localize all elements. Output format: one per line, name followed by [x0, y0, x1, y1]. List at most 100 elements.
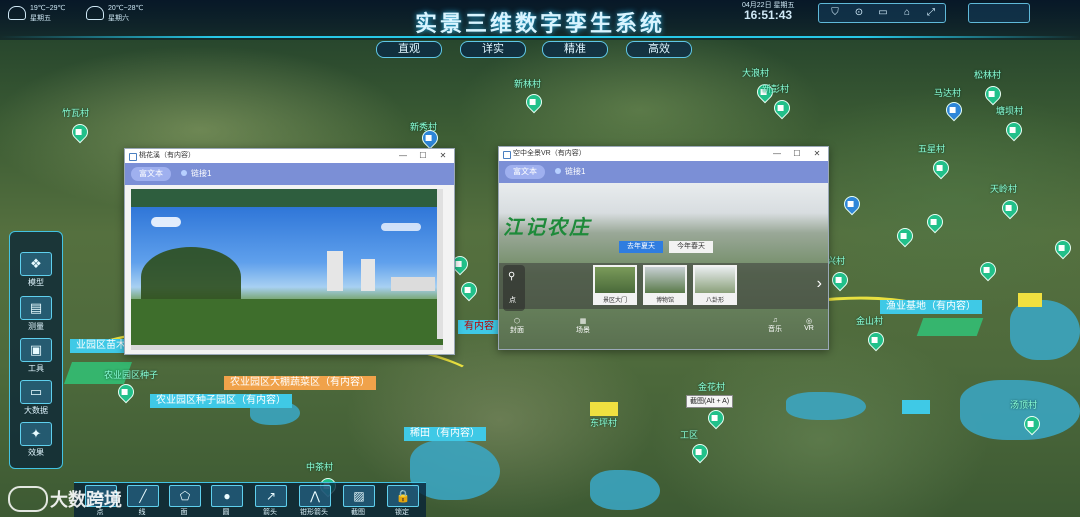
- horizontal-scrollbar[interactable]: [131, 345, 443, 350]
- search-icon[interactable]: ⊙: [853, 7, 865, 19]
- place-label: 金山村: [856, 316, 884, 326]
- scene-strip: 景区大门 博物馆 八卦形 ›: [499, 263, 828, 309]
- tab-link1[interactable]: 链接1: [173, 167, 219, 181]
- tool-effect[interactable]: ✦ 效果: [16, 420, 56, 462]
- scene-thumb[interactable]: 八卦形: [693, 265, 737, 305]
- place-label: 中茶村: [306, 462, 334, 472]
- sparkle-icon: ✦: [20, 422, 52, 446]
- nav-tab[interactable]: 直观: [376, 41, 442, 58]
- draw-circle-button[interactable]: ● 圆: [208, 485, 244, 517]
- weather-day: 星期六: [108, 15, 129, 22]
- season-tab[interactable]: 今年春天: [669, 241, 713, 253]
- header-toolbar: ⛉ ⊙ ▭ ⌂ ⤢: [818, 3, 946, 23]
- content-tag[interactable]: 有内容: [458, 320, 500, 334]
- music-icon[interactable]: ♫ 音乐: [763, 317, 787, 345]
- place-label: 汤顶村: [1010, 400, 1038, 410]
- place-label: 新林村: [514, 79, 542, 89]
- close-button[interactable]: ✕: [434, 149, 452, 163]
- place-label: 松林村: [974, 70, 1002, 80]
- minimize-button[interactable]: —: [394, 149, 412, 163]
- nav-tab[interactable]: 高效: [626, 41, 692, 58]
- toolbox-icon: ▣: [20, 338, 52, 362]
- place-label: 工区: [680, 430, 699, 440]
- maximize-button[interactable]: ☐: [788, 147, 806, 161]
- app-icon: [503, 151, 511, 159]
- tool-tools[interactable]: ▣ 工具: [16, 336, 56, 378]
- window-title: 桃花溪（有内容）: [139, 152, 195, 159]
- window-titlebar[interactable]: 空中全景VR（有内容） — ☐ ✕: [499, 147, 828, 161]
- maximize-button[interactable]: ☐: [414, 149, 432, 163]
- sun-cloud-icon: [8, 6, 26, 20]
- page-title: 实景三维数字孪生系统: [414, 11, 665, 36]
- cover-icon[interactable]: ⬡ 封面: [505, 317, 529, 345]
- season-tab[interactable]: 去年夏天: [619, 241, 663, 253]
- tab-rich-text[interactable]: 富文本: [505, 165, 545, 179]
- place-label: 天岭村: [990, 184, 1018, 194]
- nav-tab[interactable]: 精准: [542, 41, 608, 58]
- draw-arrow-button[interactable]: ↗ 箭头: [252, 485, 288, 517]
- landscape-photo: [131, 207, 443, 345]
- watermark-text: 大数跨境: [50, 490, 122, 510]
- vr-icon[interactable]: ◎ VR: [797, 317, 821, 345]
- close-button[interactable]: ✕: [808, 147, 826, 161]
- tool-measure[interactable]: ▤ 测量: [16, 294, 56, 336]
- tooltip: 截图(Alt + A): [686, 395, 734, 408]
- window-tabs: 富文本 链接1: [499, 161, 828, 183]
- window-tabs: 富文本 链接1: [125, 163, 454, 185]
- digital-twin-app: 新林村 大浪村 新彭村 松林村 竹瓦村 马达村 塘坝村 五星村 天岭村 新兴村 …: [0, 0, 1080, 517]
- tag-marker[interactable]: [1018, 293, 1042, 307]
- vr-sidebar: ⚲ 点: [503, 265, 525, 311]
- vr-side-label: 点: [509, 297, 516, 304]
- nav-tab[interactable]: 详实: [460, 41, 526, 58]
- vr-banner-text: 江记农庄: [503, 215, 591, 239]
- tool-model[interactable]: ❖ 模型: [16, 250, 56, 292]
- minimize-button[interactable]: —: [768, 147, 786, 161]
- monitor-icon: ▭: [20, 380, 52, 404]
- draw-pincer-arrow-button[interactable]: ⋀ 钳形箭头: [296, 485, 332, 517]
- image-icon: ▨: [343, 485, 375, 507]
- draw-line-button[interactable]: ╱ 线: [124, 485, 160, 517]
- content-tag[interactable]: 农业园区种子园区（有内容）: [150, 394, 292, 408]
- menu-button[interactable]: [968, 3, 1030, 23]
- watermark-logo-icon: [8, 486, 48, 512]
- popup-window-photo: 桃花溪（有内容） — ☐ ✕ 富文本 链接1: [124, 148, 455, 355]
- place-label: 农业园区种子: [104, 370, 159, 380]
- app-icon: [129, 153, 137, 161]
- weather-temp: 19℃~29℃: [30, 5, 66, 12]
- draw-polygon-button[interactable]: ⬠ 面: [166, 485, 202, 517]
- arrow-icon: ↗: [255, 485, 287, 507]
- tab-rich-text[interactable]: 富文本: [131, 167, 171, 181]
- cubes-icon: ❖: [20, 252, 52, 276]
- content-tag[interactable]: 农业园区大棚蔬菜区（有内容）: [224, 376, 376, 390]
- pin-icon[interactable]: ⚲: [508, 271, 515, 282]
- vr-panorama[interactable]: 江记农庄 去年夏天 今年春天 景区大门 博物馆 八卦形 › ⚲ 点 ⬡ 封面 ▦…: [499, 183, 828, 349]
- polygon-icon: ⬠: [169, 485, 201, 507]
- bottom-draw-toolbar: • 点 ╱ 线 ⬠ 面 ● 圆 ↗ 箭头 ⋀ 钳形箭头 ▨ 截图 🔒 锁定: [74, 482, 426, 517]
- expand-icon[interactable]: ⤢: [925, 7, 937, 19]
- folder-icon[interactable]: ▭: [877, 7, 889, 19]
- grid-icon[interactable]: ▦ 场景: [571, 317, 595, 345]
- scene-thumb[interactable]: 博物馆: [643, 265, 687, 305]
- vr-bottom-toolbar: ⬡ 封面 ▦ 场景 ♫ 音乐 ◎ VR: [499, 313, 828, 347]
- ruler-icon: ▤: [20, 296, 52, 320]
- vertical-scrollbar[interactable]: [437, 189, 443, 339]
- shield-icon[interactable]: ⛉: [829, 7, 841, 19]
- window-titlebar[interactable]: 桃花溪（有内容） — ☐ ✕: [125, 149, 454, 163]
- home-icon[interactable]: ⌂: [901, 7, 913, 19]
- clock-text: 16:51:43: [744, 8, 793, 22]
- pincer-arrow-icon: ⋀: [299, 485, 331, 507]
- next-arrow-icon[interactable]: ›: [817, 275, 822, 293]
- content-tag[interactable]: 业园区苗木: [70, 339, 132, 353]
- content-tag[interactable]: 稀田（有内容）: [404, 427, 486, 441]
- tag-marker[interactable]: [902, 400, 930, 414]
- line-icon: ╱: [127, 485, 159, 507]
- tag-marker[interactable]: [590, 402, 618, 416]
- content-tag[interactable]: 渔业基地（有内容）: [880, 300, 982, 314]
- tool-bigdata[interactable]: ▭ 大数据: [16, 378, 56, 420]
- tab-link1[interactable]: 链接1: [547, 165, 593, 179]
- place-label: 塘坝村: [996, 106, 1024, 116]
- scene-thumb[interactable]: 景区大门: [593, 265, 637, 305]
- screenshot-button[interactable]: ▨ 截图: [340, 485, 376, 517]
- circle-icon: ●: [211, 485, 243, 507]
- lock-button[interactable]: 🔒 锁定: [384, 485, 420, 517]
